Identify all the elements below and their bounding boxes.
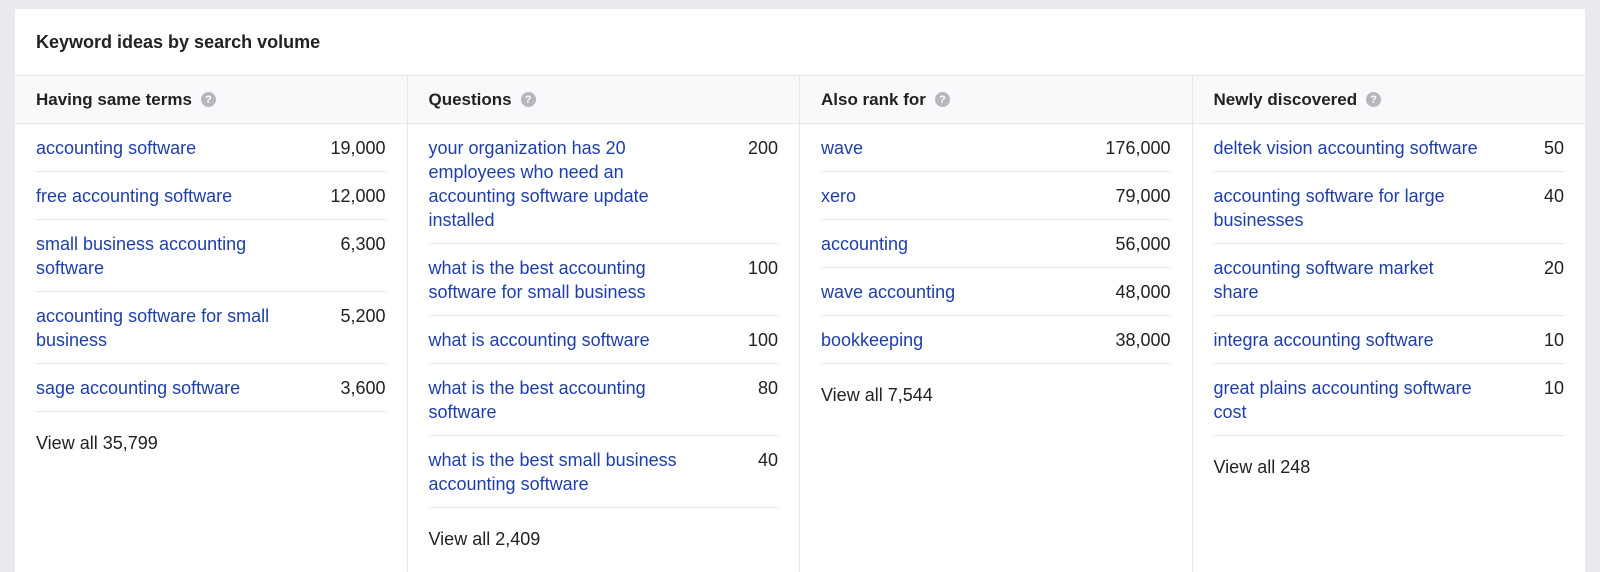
keyword-link[interactable]: integra accounting software xyxy=(1214,328,1434,352)
keyword-row: wave 176,000 xyxy=(821,124,1171,172)
keyword-row: accounting software market share 20 xyxy=(1213,244,1564,316)
search-volume: 10 xyxy=(1543,378,1564,398)
search-volume: 200 xyxy=(747,138,778,158)
search-volume: 80 xyxy=(757,378,778,398)
keyword-link[interactable]: accounting software for large businesses xyxy=(1214,184,1484,232)
search-volume: 40 xyxy=(1543,186,1564,206)
keyword-row: bookkeeping 38,000 xyxy=(821,316,1171,364)
view-all-link[interactable]: View all 2,409 xyxy=(429,508,779,551)
keyword-link[interactable]: what is the best accounting software for… xyxy=(429,256,699,304)
keyword-row: wave accounting 48,000 xyxy=(821,268,1171,316)
help-icon[interactable]: ? xyxy=(520,92,536,107)
search-volume: 12,000 xyxy=(330,186,386,206)
keyword-row: accounting 56,000 xyxy=(821,220,1171,268)
view-all-link[interactable]: View all 35,799 xyxy=(36,412,386,455)
keyword-row: xero 79,000 xyxy=(821,172,1171,220)
search-volume: 48,000 xyxy=(1115,282,1171,302)
keyword-row: accounting software for large businesses… xyxy=(1213,172,1564,244)
search-volume: 100 xyxy=(747,258,778,278)
view-all-link[interactable]: View all 248 xyxy=(1214,436,1565,479)
keyword-link[interactable]: what is accounting software xyxy=(429,328,650,352)
keyword-link[interactable]: accounting software market share xyxy=(1214,256,1484,304)
keyword-row: what is the best accounting software for… xyxy=(428,244,778,316)
keyword-row: integra accounting software 10 xyxy=(1213,316,1564,364)
view-all-link[interactable]: View all 7,544 xyxy=(821,364,1171,407)
keyword-row: deltek vision accounting software 50 xyxy=(1213,124,1564,172)
search-volume: 38,000 xyxy=(1115,330,1171,350)
column-heading: Also rank for xyxy=(821,89,926,109)
keyword-row: free accounting software 12,000 xyxy=(36,172,386,220)
keyword-link[interactable]: wave xyxy=(821,136,863,160)
keyword-row: great plains accounting software cost 10 xyxy=(1213,364,1564,436)
search-volume: 10 xyxy=(1543,330,1564,350)
keyword-row: small business accounting software 6,300 xyxy=(36,220,386,292)
search-volume: 20 xyxy=(1543,258,1564,278)
help-icon[interactable]: ? xyxy=(934,92,950,107)
keyword-row: sage accounting software 3,600 xyxy=(36,364,386,412)
column-header: Questions ? xyxy=(407,76,799,124)
column-also-rank-for: Also rank for ? wave 176,000 xero 79,000 a… xyxy=(800,76,1193,572)
help-icon[interactable]: ? xyxy=(200,92,216,107)
keyword-list: deltek vision accounting software 50 acco… xyxy=(1193,124,1586,479)
keyword-link[interactable]: what is the best small business accounti… xyxy=(429,448,699,496)
search-volume: 19,000 xyxy=(330,138,386,158)
keyword-link[interactable]: accounting software for small business xyxy=(36,304,306,352)
search-volume: 56,000 xyxy=(1115,234,1171,254)
column-having-same-terms: Having same terms ? accounting software 1… xyxy=(15,76,408,572)
keyword-row: your organization has 20 employees who n… xyxy=(428,124,778,244)
column-header: Newly discovered ? xyxy=(1192,76,1585,124)
search-volume: 176,000 xyxy=(1105,138,1171,158)
keyword-list: wave 176,000 xero 79,000 accounting 56,000 … xyxy=(800,124,1192,407)
keyword-row: what is the best accounting software 80 xyxy=(428,364,778,436)
search-volume: 79,000 xyxy=(1115,186,1171,206)
keyword-link[interactable]: great plains accounting software cost xyxy=(1214,376,1484,424)
search-volume: 5,200 xyxy=(340,306,386,326)
search-volume: 6,300 xyxy=(340,234,386,254)
keyword-link[interactable]: xero xyxy=(821,184,856,208)
keyword-row: what is the best small business accounti… xyxy=(428,436,778,508)
keyword-link[interactable]: accounting software xyxy=(36,136,196,160)
search-volume: 50 xyxy=(1543,138,1564,158)
column-heading: Having same terms xyxy=(36,89,192,109)
keyword-list: accounting software 19,000 free accountin… xyxy=(15,124,407,455)
keyword-link[interactable]: sage accounting software xyxy=(36,376,240,400)
keyword-row: accounting software 19,000 xyxy=(36,124,386,172)
column-questions: Questions ? your organization has 20 emp… xyxy=(407,76,800,572)
keyword-row: what is accounting software 100 xyxy=(428,316,778,364)
keyword-list: your organization has 20 employees who n… xyxy=(408,124,800,551)
search-volume: 3,600 xyxy=(340,378,386,398)
columns: Having same terms ? accounting software 1… xyxy=(15,76,1585,572)
keyword-ideas-panel: Keyword ideas by search volume Having sa… xyxy=(15,9,1585,572)
keyword-link[interactable]: free accounting software xyxy=(36,184,232,208)
keyword-row: accounting software for small business 5,… xyxy=(36,292,386,364)
keyword-link[interactable]: bookkeeping xyxy=(821,328,923,352)
search-volume: 40 xyxy=(757,450,778,470)
search-volume: 100 xyxy=(747,330,778,350)
keyword-link[interactable]: wave accounting xyxy=(821,280,955,304)
column-heading: Questions xyxy=(428,89,512,109)
column-header: Also rank for ? xyxy=(800,76,1192,124)
keyword-link[interactable]: accounting xyxy=(821,232,908,256)
keyword-link[interactable]: your organization has 20 employees who n… xyxy=(429,136,699,232)
keyword-link[interactable]: small business accounting software xyxy=(36,232,306,280)
panel-title: Keyword ideas by search volume xyxy=(15,9,1585,76)
column-newly-discovered: Newly discovered ? deltek vision account… xyxy=(1192,76,1586,572)
help-icon[interactable]: ? xyxy=(1366,92,1382,107)
keyword-link[interactable]: deltek vision accounting software xyxy=(1214,136,1478,160)
keyword-link[interactable]: what is the best accounting software xyxy=(429,376,699,424)
column-header: Having same terms ? xyxy=(15,76,407,124)
column-heading: Newly discovered xyxy=(1213,89,1358,109)
